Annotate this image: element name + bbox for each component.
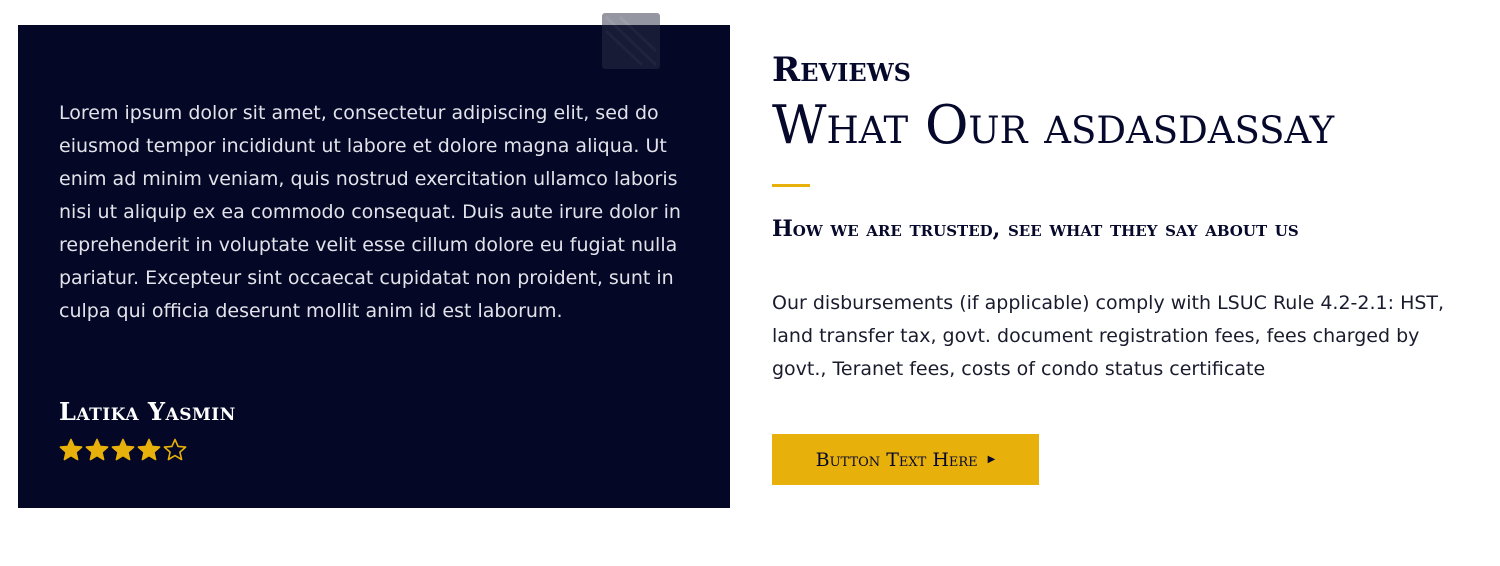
star-empty-icon (163, 438, 187, 461)
cta-button-label: Button Text Here (815, 448, 978, 471)
play-arrow-icon: ▶ (987, 453, 996, 465)
reviewer-name: Latika Yasmin (59, 397, 236, 426)
testimonial-card: Lorem ipsum dolor sit amet, consectetur … (18, 13, 730, 508)
star-filled-icon (85, 438, 109, 461)
cta-button[interactable]: Button Text Here ▶ (772, 434, 1039, 485)
section-eyebrow: Reviews (772, 50, 911, 90)
star-filled-icon (111, 438, 135, 461)
section-title: What Our asdasdassay (772, 95, 1335, 156)
section-description: Our disbursements (if applicable) comply… (772, 292, 1445, 380)
quote-icon (602, 13, 660, 69)
star-filled-icon (59, 438, 83, 461)
star-rating (59, 438, 187, 462)
star-filled-icon (137, 438, 161, 461)
testimonial-text: Lorem ipsum dolor sit amet, consectetur … (59, 102, 681, 322)
accent-divider (772, 184, 810, 187)
section-subtitle: How we are trusted, see what they say ab… (772, 216, 1299, 242)
